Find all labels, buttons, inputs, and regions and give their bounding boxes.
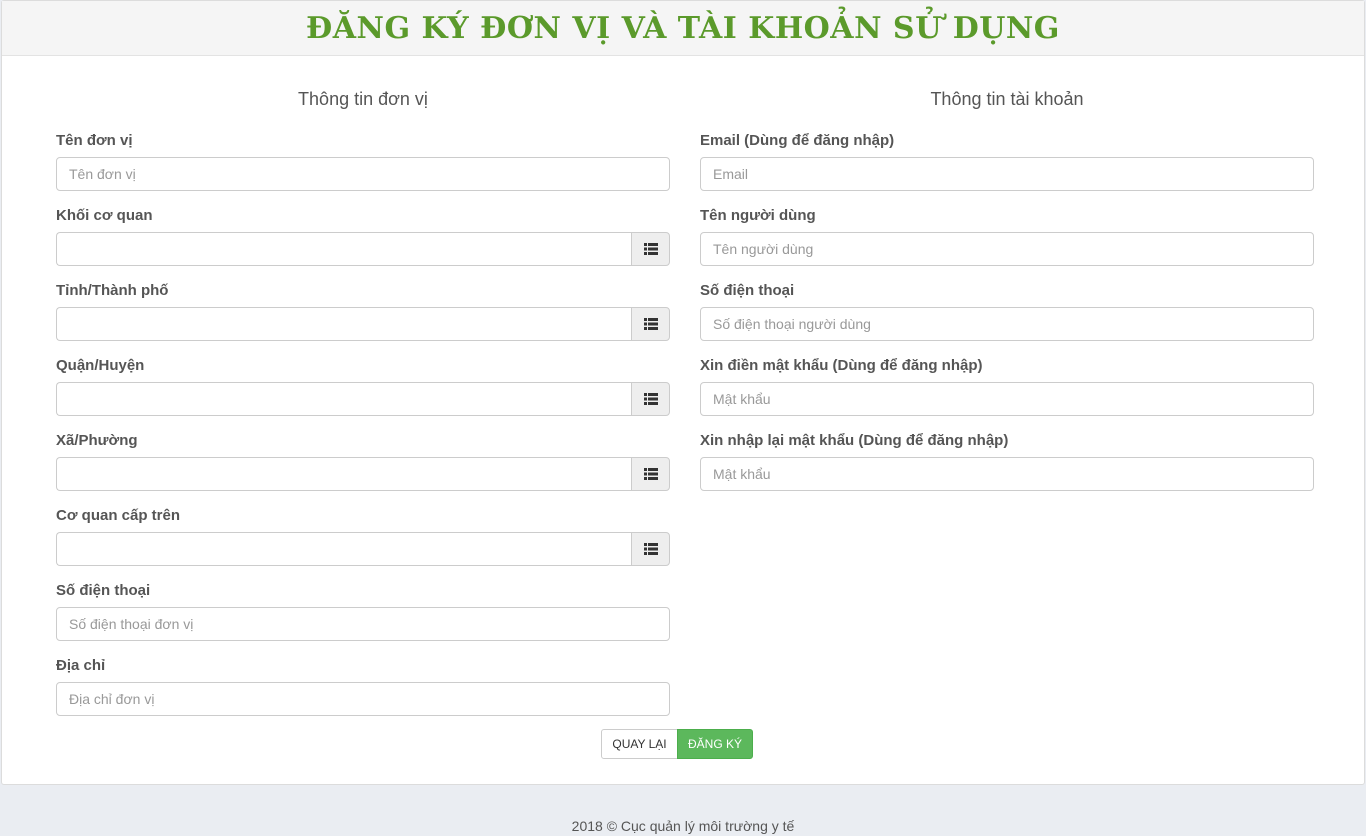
password-confirm-group: Xin nhập lại mật khẩu (Dùng để đăng nhập… (700, 432, 1314, 507)
user-phone-group: Số điện thoại (700, 282, 1314, 357)
list-icon (643, 468, 658, 480)
unit-address-label: Địa chỉ (56, 657, 106, 674)
list-icon (643, 543, 658, 555)
ward-input[interactable] (56, 457, 631, 491)
email-group: Email (Dùng để đăng nhập) (700, 132, 1314, 207)
email-label: Email (Dùng để đăng nhập) (700, 132, 895, 149)
user-phone-input[interactable] (700, 307, 1314, 341)
unit-phone-label: Số điện thoại (56, 582, 151, 599)
unit-name-label: Tên đơn vị (56, 132, 133, 149)
password-confirm-label: Xin nhập lại mật khẩu (Dùng để đăng nhập… (700, 432, 1009, 449)
unit-phone-input[interactable] (56, 607, 670, 641)
province-group: Tỉnh/Thành phố (56, 282, 670, 357)
ward-list-button[interactable] (631, 457, 670, 491)
password-group: Xin điền mật khẩu (Dùng để đăng nhập) (700, 357, 1314, 432)
unit-address-input[interactable] (56, 682, 670, 716)
agency-block-group: Khối cơ quan (56, 207, 670, 282)
province-list-button[interactable] (631, 307, 670, 341)
username-input[interactable] (700, 232, 1314, 266)
username-group: Tên người dùng (700, 207, 1314, 282)
account-info-column: Thông tin tài khoản Email (Dùng để đăng … (700, 55, 1314, 507)
unit-section-title: Thông tin đơn vị (298, 89, 428, 109)
footer-copyright: 2018 © Cục quản lý môi trường y tế (571, 818, 795, 834)
page-title: ĐĂNG KÝ ĐƠN VỊ VÀ TÀI KHOẢN SỬ DỤNG (306, 11, 1060, 46)
province-label: Tỉnh/Thành phố (56, 282, 169, 299)
username-label: Tên người dùng (700, 207, 816, 224)
ward-group: Xã/Phường (56, 432, 670, 507)
unit-phone-group: Số điện thoại (56, 582, 670, 657)
province-input[interactable] (56, 307, 631, 341)
list-icon (643, 318, 658, 330)
unit-info-column: Thông tin đơn vị Tên đơn vị Khối cơ quan… (56, 55, 670, 732)
parent-agency-label: Cơ quan cấp trên (56, 507, 181, 524)
district-input[interactable] (56, 382, 631, 416)
district-list-button[interactable] (631, 382, 670, 416)
account-section-title: Thông tin tài khoản (930, 89, 1084, 109)
password-confirm-input[interactable] (700, 457, 1314, 491)
password-label: Xin điền mật khẩu (Dùng để đăng nhập) (700, 357, 983, 374)
ward-label: Xã/Phường (56, 432, 138, 449)
district-group: Quận/Huyện (56, 357, 670, 432)
email-input[interactable] (700, 157, 1314, 191)
password-input[interactable] (700, 382, 1314, 416)
unit-name-input[interactable] (56, 157, 670, 191)
agency-block-label: Khối cơ quan (56, 207, 153, 224)
unit-name-group: Tên đơn vị (56, 132, 670, 207)
list-icon (643, 393, 658, 405)
parent-agency-input[interactable] (56, 532, 631, 566)
district-label: Quận/Huyện (56, 357, 145, 374)
back-button[interactable]: QUAY LẠI (601, 729, 678, 759)
agency-block-input[interactable] (56, 232, 631, 266)
register-button[interactable]: ĐĂNG KÝ (677, 729, 753, 759)
panel-header: ĐĂNG KÝ ĐƠN VỊ VÀ TÀI KHOẢN SỬ DỤNG (2, 1, 1364, 56)
agency-block-list-button[interactable] (631, 232, 670, 266)
list-icon (643, 243, 658, 255)
unit-address-group: Địa chỉ (56, 657, 670, 732)
parent-agency-list-button[interactable] (631, 532, 670, 566)
parent-agency-group: Cơ quan cấp trên (56, 507, 670, 582)
form-actions: QUAY LẠI ĐĂNG KÝ (601, 729, 753, 759)
user-phone-label: Số điện thoại (700, 282, 795, 299)
